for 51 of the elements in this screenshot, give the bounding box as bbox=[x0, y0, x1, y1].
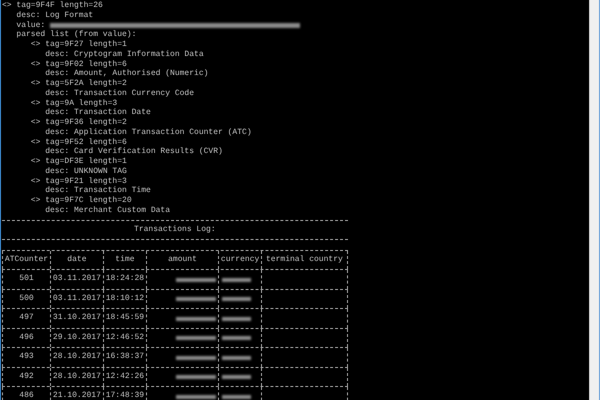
table-cell: 18:10:12 bbox=[102, 290, 146, 308]
tag-line: <> tag=9F02 length=6 bbox=[30, 60, 127, 68]
desc-line: desc: Transaction Currency Code bbox=[45, 88, 194, 98]
table-cell: 12:42:26 bbox=[102, 368, 146, 386]
tag-line: <> tag=9F21 length=3 bbox=[30, 176, 127, 186]
table-cell: 29.10.2017 bbox=[50, 328, 103, 348]
log-title: Transactions Log: bbox=[134, 225, 216, 234]
table-cell: 03.11.2017 bbox=[50, 270, 103, 289]
column-header: amount bbox=[146, 250, 218, 270]
column-header: date bbox=[50, 250, 103, 270]
desc-line: desc: Merchant Custom Data bbox=[45, 206, 170, 215]
tag-line: <> tag=9F52 length=6 bbox=[30, 138, 127, 146]
desc-line: desc: Cryptogram Information Data bbox=[45, 50, 204, 59]
desc-line: desc: UNKNOWN TAG bbox=[45, 166, 127, 176]
table-cell: 501 bbox=[2, 270, 50, 289]
tag-line: <> tag=5F2A length=2 bbox=[30, 79, 127, 88]
tag-line: <> tag=9F7C length=20 bbox=[30, 196, 132, 205]
parsed-list-label: parsed list (from value): bbox=[16, 30, 136, 40]
table-cell: 18:45:59 bbox=[102, 309, 146, 328]
table-cell: 497 bbox=[2, 309, 50, 328]
table-cell: 18:24:28 bbox=[102, 270, 146, 289]
table-cell: 496 bbox=[2, 328, 50, 348]
desc-line: desc: Amount, Authorised (Numeric) bbox=[45, 69, 208, 78]
table-cell: 31.10.2017 bbox=[50, 309, 103, 328]
table-cell: 493 bbox=[2, 348, 50, 367]
scrollbar[interactable] bbox=[589, 0, 600, 400]
tag-line: <> tag=DF3E length=1 bbox=[30, 157, 127, 166]
table-cell: 28.10.2017 bbox=[50, 348, 103, 367]
table-cell: 28.10.2017 bbox=[50, 368, 103, 386]
tag-line: <> tag=9F4F length=26 bbox=[2, 1, 103, 10]
table-cell: 486 bbox=[2, 387, 50, 400]
desc-line: desc: Transaction Date bbox=[45, 108, 151, 118]
column-header: terminal country bbox=[261, 250, 348, 270]
table-cell: 492 bbox=[2, 368, 50, 386]
desc-line: desc: Transaction Time bbox=[45, 186, 151, 196]
table-cell: 12:46:52 bbox=[102, 328, 146, 348]
column-header: currency bbox=[218, 250, 262, 270]
table-cell: 21.10.2017 bbox=[50, 387, 103, 400]
table-cell: 16:38:37 bbox=[102, 348, 146, 367]
tag-line: <> tag=9A length=3 bbox=[30, 98, 118, 108]
table-cell: 500 bbox=[2, 290, 50, 308]
value-label: value: bbox=[16, 20, 46, 30]
table-cell: 17:48:39 bbox=[102, 387, 146, 400]
table-cell: 03.11.2017 bbox=[50, 290, 103, 308]
desc-line: desc: Log Format bbox=[16, 10, 94, 20]
desc-line: desc: Application Transaction Counter (ATC) bbox=[45, 128, 252, 137]
column-header: ATCounter bbox=[2, 250, 50, 270]
tag-line: <> tag=9F27 length=1 bbox=[30, 40, 127, 49]
tag-line: <> tag=9F36 length=2 bbox=[30, 118, 127, 127]
column-header: time bbox=[102, 250, 146, 270]
desc-line: desc: Card Verification Results (CVR) bbox=[45, 147, 223, 156]
